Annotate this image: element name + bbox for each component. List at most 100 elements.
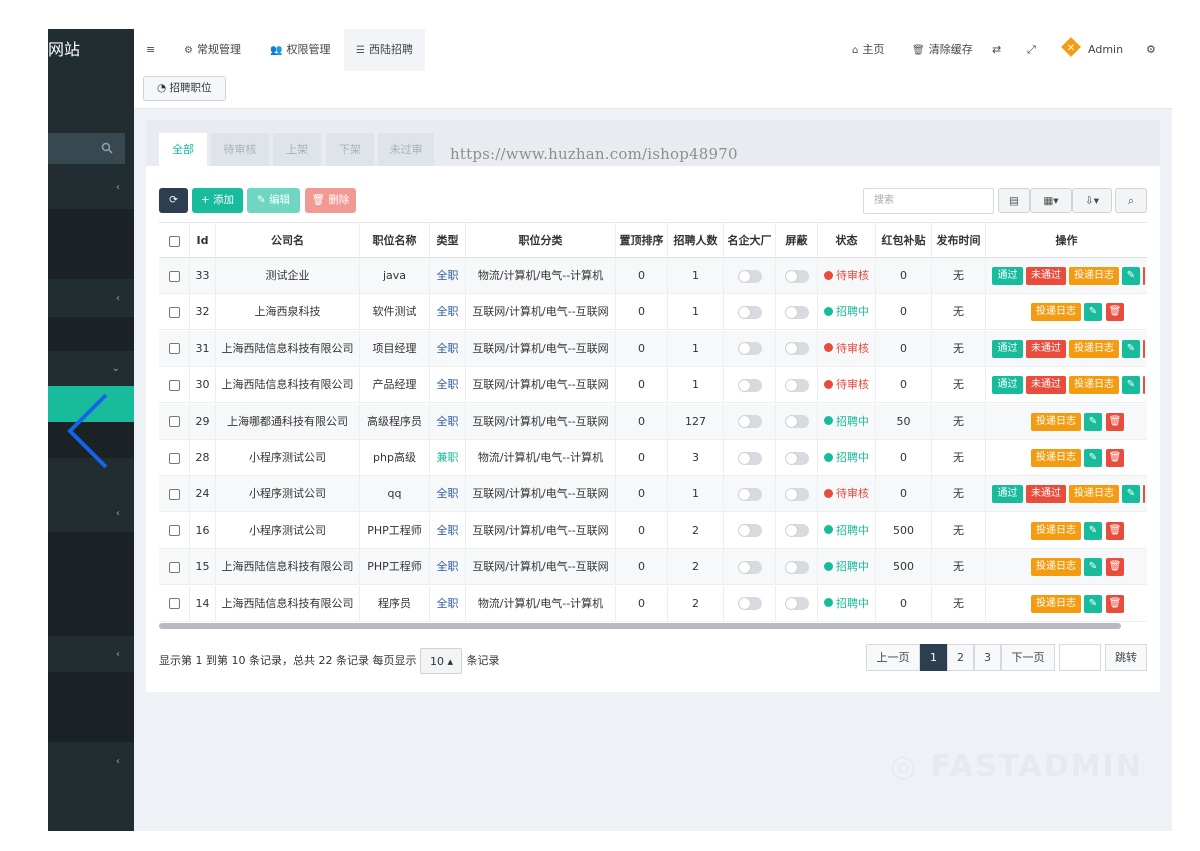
edit-icon[interactable]: ✎ [1084,412,1102,431]
edit-icon[interactable]: ✎ [1084,303,1102,322]
block-toggle[interactable] [775,476,817,513]
tab-all[interactable]: 全部 [159,133,207,166]
edit-icon[interactable]: ✎ [1084,558,1102,577]
row-checkbox[interactable] [159,549,189,585]
delivery-log-button[interactable]: 投递日志 [1031,521,1081,540]
more-button[interactable] [1143,339,1145,358]
trash-icon[interactable]: 🗑 [1106,303,1124,322]
export-button[interactable]: ⇩▾ [1072,188,1112,213]
pass-button[interactable]: 通过 [992,339,1023,358]
toggle-view-button[interactable]: ▤ [998,188,1030,213]
block-toggle[interactable] [775,367,817,404]
famous-toggle[interactable] [723,585,775,622]
famous-toggle[interactable] [723,512,775,549]
col-job[interactable]: 职位名称 [359,223,429,259]
delivery-log-button[interactable]: 投递日志 [1069,267,1119,285]
pass-button[interactable]: 通过 [992,376,1023,395]
block-toggle[interactable] [775,294,817,331]
row-checkbox[interactable] [159,367,189,403]
sidebar-item-1[interactable]: ‹ [48,164,134,209]
row-checkbox[interactable] [159,404,189,440]
famous-toggle[interactable] [723,258,775,294]
tab-pending[interactable]: 待审核 [211,133,269,166]
tab-recruit-jobs[interactable]: ◔ 招聘职位 [143,76,226,101]
trash-icon[interactable]: 🗑 [1106,449,1124,467]
search-button[interactable]: ⌕ [1115,188,1147,213]
col-category[interactable]: 职位分类 [465,223,615,259]
famous-toggle[interactable] [723,294,775,331]
delete-button[interactable]: 🗑 删除 [305,188,356,213]
select-all-checkbox[interactable] [159,223,189,259]
sidebar-item-4[interactable]: ‹ [48,494,134,532]
table-row[interactable]: 32 上海西泉科技 软件测试 全职 互联网/计算机/电气--互联网 0 1 招聘中 0 无投递日志… [159,294,1147,331]
search-input[interactable]: 搜索 [863,188,994,214]
row-checkbox[interactable] [159,294,189,330]
delivery-log-button[interactable]: 投递日志 [1031,412,1081,431]
next-page-button[interactable]: 下一页 [1001,644,1055,671]
famous-toggle[interactable] [723,440,775,476]
nav-general[interactable]: ⚙ 常规管理 [184,29,241,71]
edit-icon[interactable]: ✎ [1084,449,1102,467]
edit-icon[interactable]: ✎ [1084,521,1102,540]
row-checkbox[interactable] [159,258,189,294]
jump-button[interactable]: 跳转 [1105,644,1147,671]
sidebar-item-2[interactable]: ‹ [48,279,134,317]
edit-button[interactable]: ✎ 编辑 [247,188,300,213]
tab-rejected[interactable]: 未过审 [378,133,434,166]
menu-toggle-icon[interactable]: ≡ [146,29,155,71]
edit-icon[interactable]: ✎ [1122,485,1140,504]
delivery-log-button[interactable]: 投递日志 [1031,449,1081,467]
col-status[interactable]: 状态 [817,223,875,259]
table-row[interactable]: 30 上海西陆信息科技有限公司 产品经理 全职 互联网/计算机/电气--互联网 0 1 待审核… [159,367,1147,404]
delivery-log-button[interactable]: 投递日志 [1031,594,1081,613]
edit-icon[interactable]: ✎ [1122,267,1140,285]
nav-recruit[interactable]: ☰ 西陆招聘 [344,29,425,71]
edit-icon[interactable]: ✎ [1122,339,1140,358]
more-button[interactable] [1143,485,1145,504]
block-toggle[interactable] [775,549,817,586]
columns-button[interactable]: ▦▾ [1030,188,1072,213]
row-checkbox[interactable] [159,440,189,476]
nav-home[interactable]: ⌂ 主页 [852,29,884,71]
back-arrow-icon[interactable] [66,391,110,471]
table-row[interactable]: 33 测试企业 java 全职 物流/计算机/电气--计算机 0 1 待审核 0 无通过 未通过 投递… [159,258,1147,294]
fullscreen-icon[interactable]: ⤢ [1027,29,1036,71]
tab-offline[interactable]: 下架 [326,133,374,166]
row-checkbox[interactable] [159,586,189,622]
delivery-log-button[interactable]: 投递日志 [1069,485,1119,504]
famous-toggle[interactable] [723,367,775,404]
col-sort[interactable]: 置顶排序 [615,223,667,259]
page-1-button[interactable]: 1 [920,644,947,671]
prev-page-button[interactable]: 上一页 [866,644,920,671]
nav-auth[interactable]: 👥 权限管理 [270,29,330,71]
col-count[interactable]: 招聘人数 [667,223,723,259]
nav-clear-cache[interactable]: 🗑 清除缓存 [912,29,973,71]
table-row[interactable]: 31 上海西陆信息科技有限公司 项目经理 全职 互联网/计算机/电气--互联网 0 1 待审核… [159,330,1147,367]
settings-icon[interactable]: ⚙ [1146,29,1156,71]
col-company[interactable]: 公司名 [215,223,359,259]
col-id[interactable]: Id [189,223,215,259]
famous-toggle[interactable] [723,330,775,367]
col-block[interactable]: 屏蔽 [775,223,817,259]
horizontal-scrollbar[interactable] [159,623,1121,629]
user-menu[interactable]: ✕ Admin [1060,29,1123,71]
sidebar-item-5[interactable]: ‹ [48,636,134,672]
refresh-button[interactable]: ⟳ [159,188,188,213]
trash-icon[interactable]: 🗑 [1106,521,1124,540]
reject-button[interactable]: 未通过 [1026,267,1066,285]
row-checkbox[interactable] [159,513,189,549]
block-toggle[interactable] [775,403,817,440]
famous-toggle[interactable] [723,403,775,440]
table-row[interactable]: 15 上海西陆信息科技有限公司 PHP工程师 全职 互联网/计算机/电气--互联网 0 2 招… [159,549,1147,586]
sidebar-item-3[interactable]: ⌄ [48,351,134,386]
col-bonus[interactable]: 红包补贴 [875,223,931,259]
edit-icon[interactable]: ✎ [1084,594,1102,613]
delivery-log-button[interactable]: 投递日志 [1031,558,1081,577]
reject-button[interactable]: 未通过 [1026,339,1066,358]
table-row[interactable]: 16 小程序测试公司 PHP工程师 全职 互联网/计算机/电气--互联网 0 2 招聘中 500… [159,512,1147,549]
delivery-log-button[interactable]: 投递日志 [1031,303,1081,322]
table-row[interactable]: 14 上海西陆信息科技有限公司 程序员 全职 物流/计算机/电气--计算机 0 2 招聘中 0 无… [159,585,1147,622]
table-row[interactable]: 28 小程序测试公司 php高级 兼职 物流/计算机/电气--计算机 0 3 招聘中 0 无投递日… [159,440,1147,476]
trash-icon[interactable]: 🗑 [1106,594,1124,613]
more-button[interactable] [1143,267,1145,285]
